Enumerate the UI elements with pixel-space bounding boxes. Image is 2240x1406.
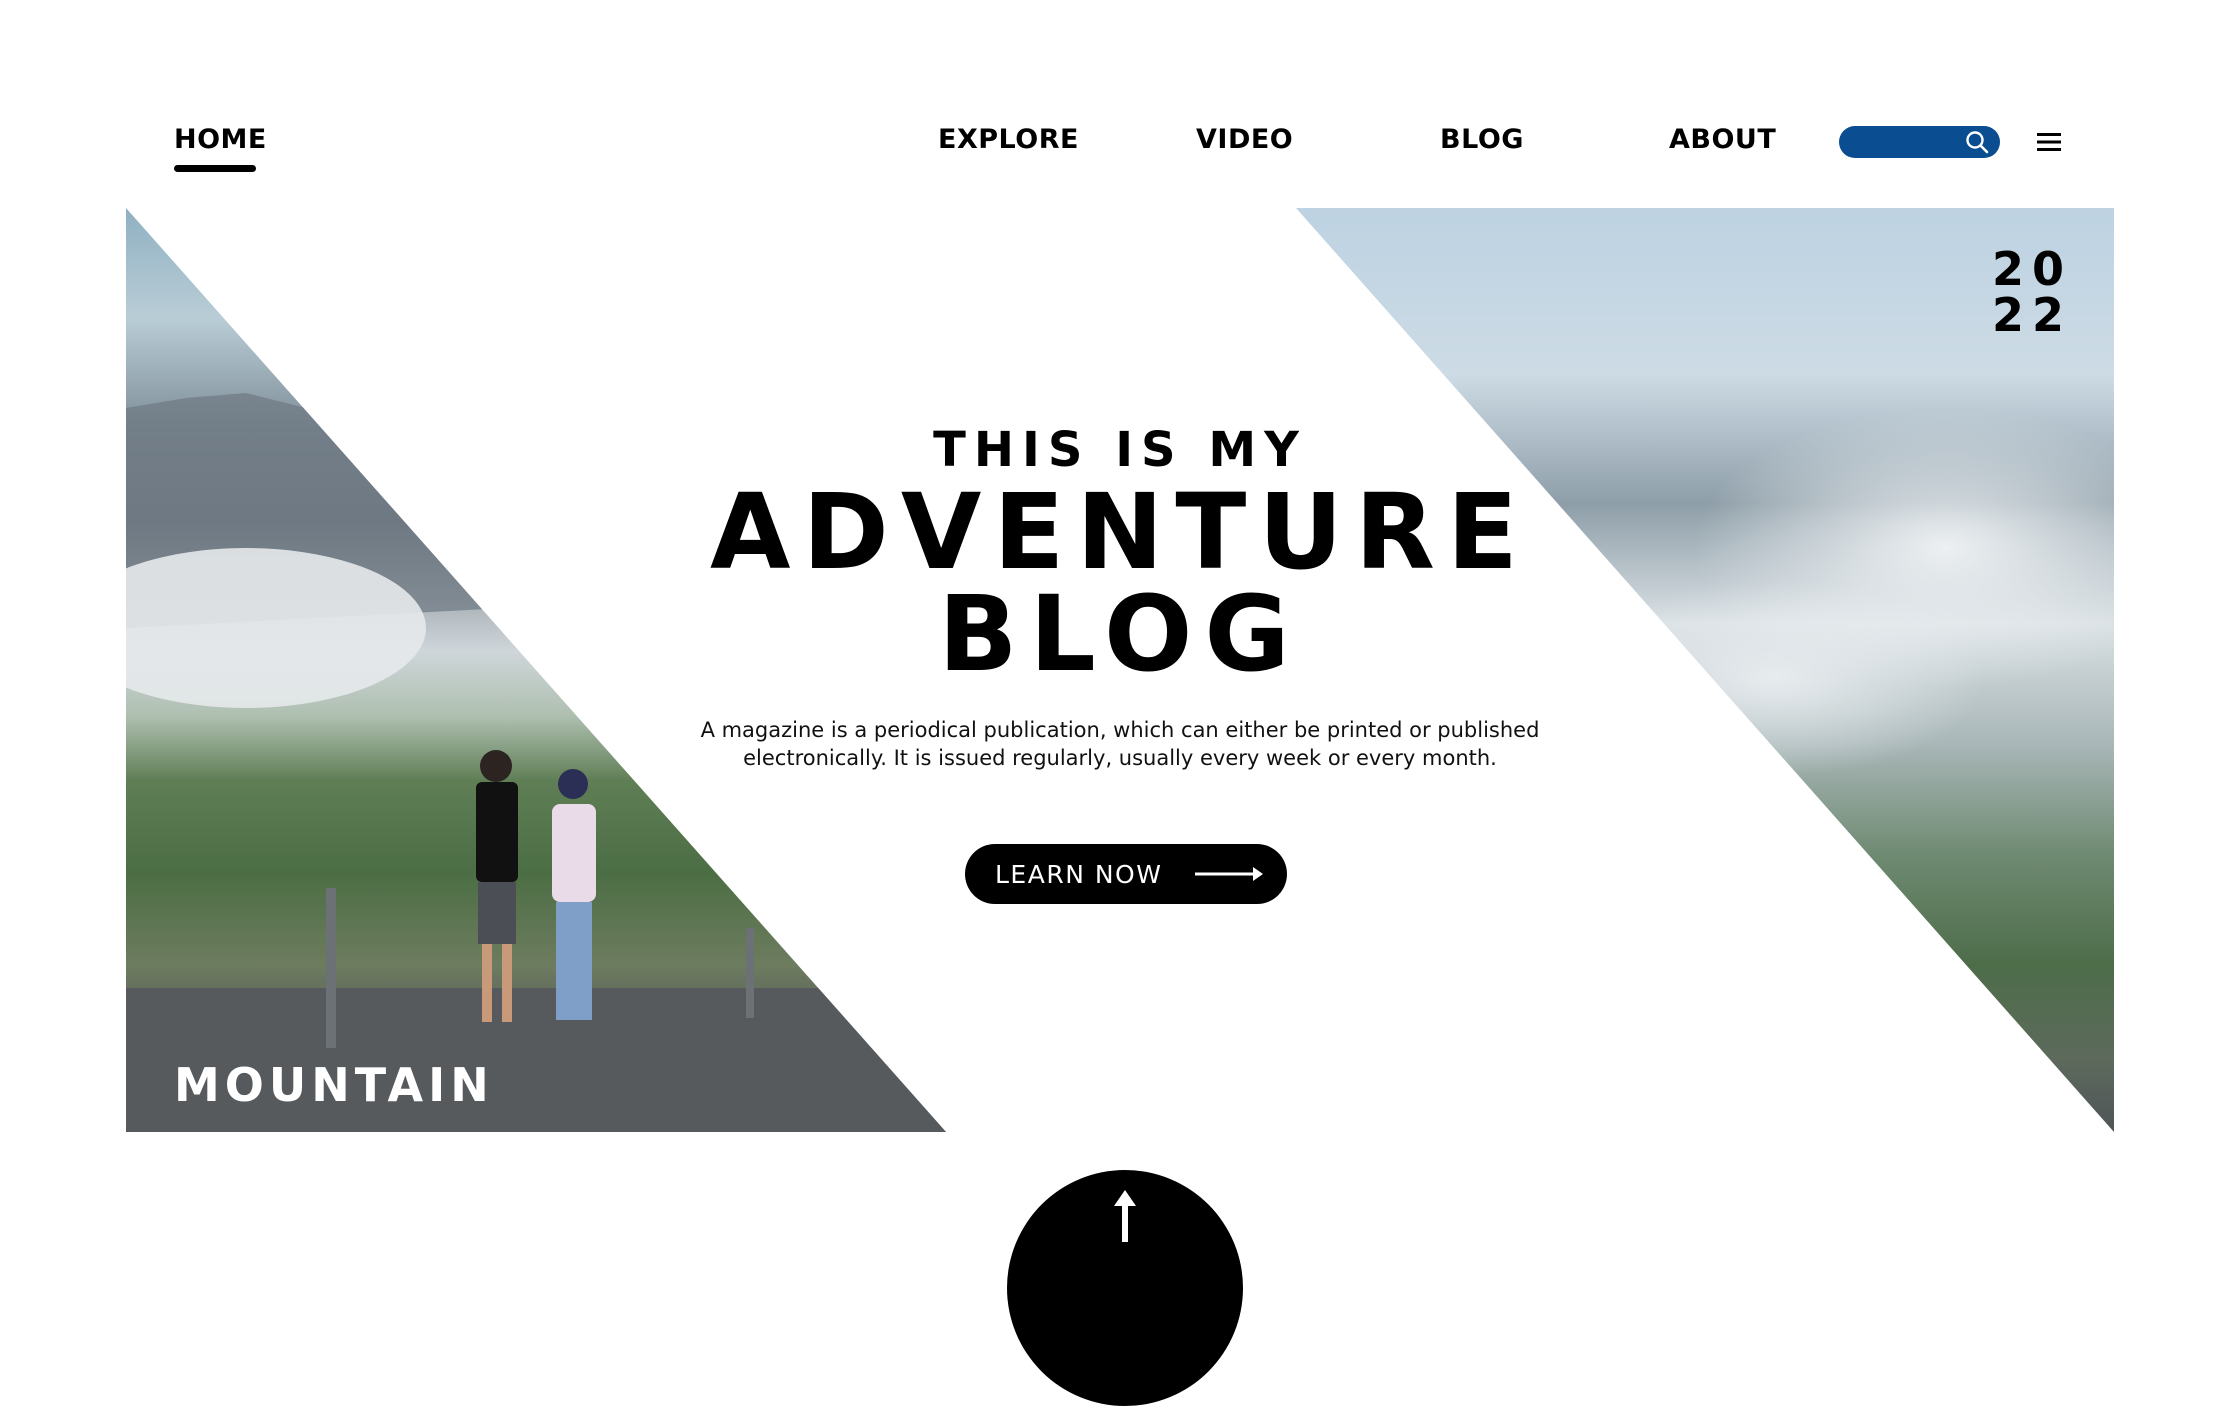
photo-caption: MOUNTAIN	[174, 1058, 494, 1112]
nav-home[interactable]: HOME	[174, 124, 267, 155]
nav-active-indicator	[174, 165, 256, 172]
hero-title-line-1: ADVENTURE	[710, 471, 1530, 593]
nav-blog[interactable]: BLOG	[1440, 124, 1524, 155]
year-line-2: 22	[1991, 288, 2072, 342]
hamburger-menu-icon[interactable]	[2036, 130, 2062, 154]
scroll-to-top-button[interactable]	[1007, 1170, 1243, 1406]
search-bar[interactable]	[1839, 126, 2000, 158]
year-line-1: 20	[1991, 242, 2072, 296]
year-badge: 20 22	[1992, 246, 2072, 338]
hikers-figures	[476, 750, 596, 1022]
arrow-right-icon	[1195, 867, 1263, 881]
hero-kicker: THIS IS MY	[933, 422, 1307, 478]
nav-video[interactable]: VIDEO	[1196, 124, 1293, 155]
learn-now-label: LEARN NOW	[995, 860, 1163, 889]
nav-about[interactable]: ABOUT	[1669, 124, 1776, 155]
search-icon[interactable]	[1964, 129, 1990, 155]
learn-now-button[interactable]: LEARN NOW	[965, 844, 1287, 904]
hero-description: A magazine is a periodical publication, …	[700, 718, 1540, 770]
search-input[interactable]	[1853, 130, 1967, 156]
arrow-up-icon	[1114, 1190, 1136, 1242]
hero-title-line-2: BLOG	[938, 573, 1302, 695]
nav-explore[interactable]: EXPLORE	[938, 124, 1079, 155]
